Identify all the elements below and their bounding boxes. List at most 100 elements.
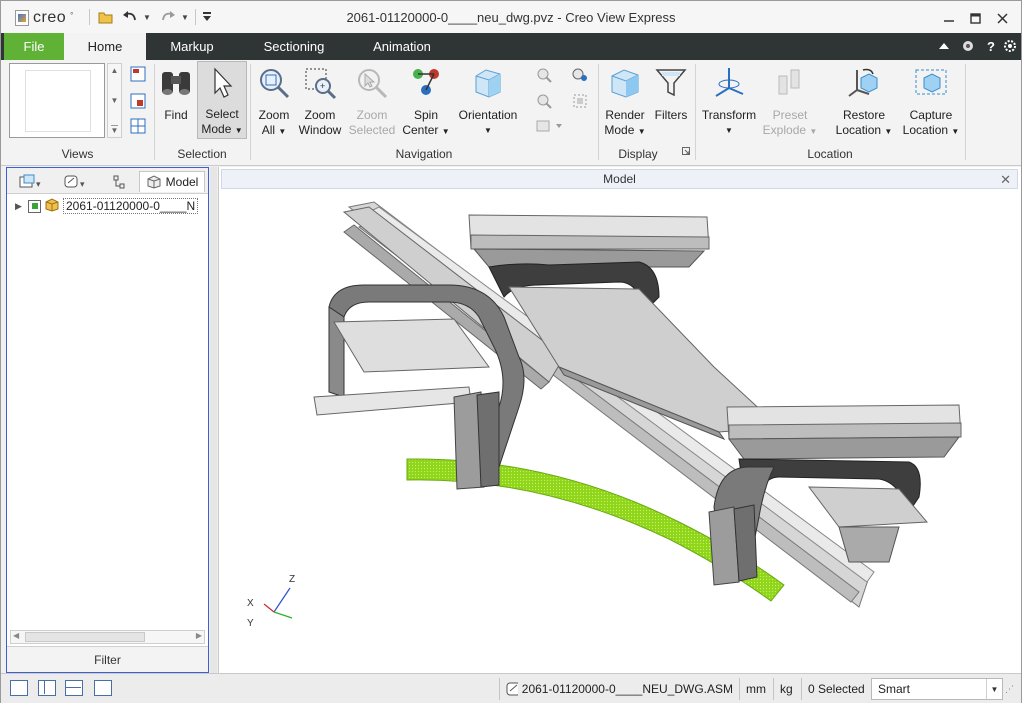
- settings-gear-icon[interactable]: [1001, 37, 1019, 55]
- eye-zoom-icon[interactable]: [571, 66, 589, 84]
- chevron-down-icon[interactable]: ▼: [986, 679, 1002, 699]
- transform-button[interactable]: Transform ▼: [699, 63, 759, 138]
- views-gallery[interactable]: [9, 63, 105, 138]
- window-title: 2061-01120000-0____neu_dwg.pvz - Creo Vi…: [346, 10, 676, 25]
- minimize-icon[interactable]: [937, 7, 961, 29]
- layout-single-pane-icon[interactable]: [10, 680, 28, 696]
- display-dialog-launcher-icon[interactable]: [681, 146, 691, 156]
- zoom-window-button[interactable]: + Zoom Window: [297, 63, 343, 138]
- find-button[interactable]: Find: [157, 63, 195, 123]
- restore-location-icon: [845, 63, 883, 103]
- binoculars-icon: [157, 63, 195, 103]
- ribbon-home: ▲▼▼ Views Find Select Mode ▼ Selection: [1, 60, 1021, 166]
- group-label-views: Views: [61, 147, 94, 161]
- markup-note-icon: ▾: [64, 175, 85, 189]
- status-unit-mass: kg: [773, 678, 801, 700]
- collapse-ribbon-icon[interactable]: [935, 37, 953, 55]
- fit-icon[interactable]: [571, 92, 589, 110]
- structure-panel: ▾ ▾ Model ▶ 2061-01120000-0____N ◀ ▶ Fil…: [6, 167, 209, 673]
- zoom-all-icon: [255, 63, 293, 103]
- funnel-icon: [652, 63, 690, 103]
- tab-animation[interactable]: Animation: [359, 33, 445, 60]
- zoom-selected-icon: [353, 63, 391, 103]
- capture-location-button[interactable]: Capture Location ▼: [901, 63, 961, 139]
- zoom-in-out-icon[interactable]: [535, 92, 553, 110]
- zoom-selected-button[interactable]: Zoom Selected: [347, 63, 397, 138]
- restore-location-button[interactable]: Restore Location ▼: [833, 63, 895, 139]
- orientation-cube-icon: [469, 63, 507, 103]
- close-icon[interactable]: [990, 7, 1014, 29]
- view-options-icon[interactable]: [535, 117, 565, 135]
- tab-markup[interactable]: Markup: [153, 33, 231, 60]
- help-icon[interactable]: ?: [982, 37, 1000, 55]
- group-label-navigation: Navigation: [395, 147, 453, 161]
- cursor-arrow-icon: [203, 64, 241, 102]
- pan-icon[interactable]: [535, 66, 553, 84]
- view-save-icon[interactable]: [129, 65, 147, 83]
- spin-center-icon: [407, 63, 445, 103]
- axis-label-x: X: [247, 598, 254, 609]
- view-grid-icon[interactable]: [129, 117, 147, 135]
- filters-button[interactable]: Filters: [651, 63, 691, 123]
- app-window: creo ° ▼ ▼ 2061-01120000-0____neu_dwg.pv…: [0, 0, 1022, 703]
- tree-item-root[interactable]: ▶ 2061-01120000-0____N: [15, 197, 199, 215]
- explode-icon: [771, 63, 809, 103]
- panel-tabs: ▾ ▾ Model: [7, 168, 208, 194]
- ribbon-tab-bar: File Home Markup Sectioning Animation ?: [1, 33, 1021, 60]
- views-scrollbar[interactable]: ▲ ▼ ▼: [107, 63, 122, 138]
- view-manage-icon[interactable]: [129, 92, 147, 110]
- preset-explode-button[interactable]: Preset Explode ▼: [761, 63, 819, 139]
- expand-arrow-icon[interactable]: ▶: [15, 201, 25, 212]
- model-close-icon[interactable]: ✕: [1000, 172, 1011, 188]
- select-mode-button[interactable]: Select Mode ▼: [197, 61, 247, 139]
- axis-label-y: Y: [247, 618, 254, 629]
- status-unit-length: mm: [739, 678, 773, 700]
- tab-home[interactable]: Home: [64, 33, 146, 60]
- markup-file-icon: [506, 682, 518, 696]
- group-label-selection: Selection: [177, 147, 227, 161]
- svg-text:▾: ▾: [80, 179, 85, 189]
- zoom-all-button[interactable]: Zoom All ▼: [254, 63, 294, 139]
- svg-text:+: +: [320, 81, 325, 91]
- panel-splitter[interactable]: [210, 167, 217, 673]
- panel-horizontal-scrollbar[interactable]: ◀ ▶: [10, 630, 205, 644]
- tab-file[interactable]: File: [4, 33, 64, 60]
- visibility-checkbox[interactable]: [28, 199, 41, 213]
- structure-tree-icon: ▾: [19, 174, 41, 189]
- model-3d-render[interactable]: Z X Y: [219, 167, 1022, 673]
- status-file: 2061-01120000-0____NEU_DWG.ASM: [499, 678, 739, 700]
- model-cube-icon: [147, 175, 161, 189]
- maximize-icon[interactable]: [963, 7, 987, 29]
- spin-center-button[interactable]: Spin Center ▼: [401, 63, 451, 139]
- orientation-button[interactable]: Orientation ▼: [455, 63, 521, 138]
- status-selected-count: 0 Selected: [801, 678, 871, 700]
- layout-model-only-icon[interactable]: [94, 680, 112, 696]
- tab-sectioning[interactable]: Sectioning: [247, 33, 341, 60]
- tab-model[interactable]: Model: [139, 171, 205, 192]
- layout-two-pane-icon[interactable]: [38, 680, 56, 696]
- model-header: Model ✕: [221, 169, 1018, 189]
- capture-location-icon: [912, 63, 950, 103]
- group-label-display: Display: [618, 147, 658, 161]
- status-bar: 2061-01120000-0____NEU_DWG.ASM mm kg 0 S…: [1, 673, 1021, 703]
- tab-annotations[interactable]: ▾: [55, 171, 95, 192]
- group-label-location: Location: [807, 147, 853, 161]
- tab-structure[interactable]: ▾: [11, 171, 51, 192]
- title-bar: creo ° ▼ ▼ 2061-01120000-0____neu_dwg.pv…: [1, 1, 1021, 33]
- resize-grip-icon[interactable]: ⋰: [1005, 684, 1014, 695]
- render-cube-icon: [606, 63, 644, 103]
- hierarchy-icon: [113, 175, 125, 188]
- render-mode-button[interactable]: Render Mode ▼: [602, 63, 648, 139]
- tab-hierarchy[interactable]: [101, 171, 137, 192]
- tree-label-assembly: 2061-01120000-0____N: [63, 198, 199, 214]
- axis-triad: Z X Y: [247, 574, 295, 629]
- transform-axes-icon: [710, 63, 748, 103]
- assembly-icon: [44, 197, 60, 215]
- axis-label-z: Z: [289, 574, 295, 585]
- model-viewport[interactable]: Z X Y Model ✕: [218, 167, 1021, 673]
- preferences-icon[interactable]: [959, 37, 977, 55]
- svg-text:▾: ▾: [36, 179, 41, 189]
- layout-horizontal-split-icon[interactable]: [65, 680, 83, 696]
- selection-filter-select[interactable]: Smart ▼: [871, 678, 1003, 700]
- filter-button[interactable]: Filter: [7, 646, 208, 672]
